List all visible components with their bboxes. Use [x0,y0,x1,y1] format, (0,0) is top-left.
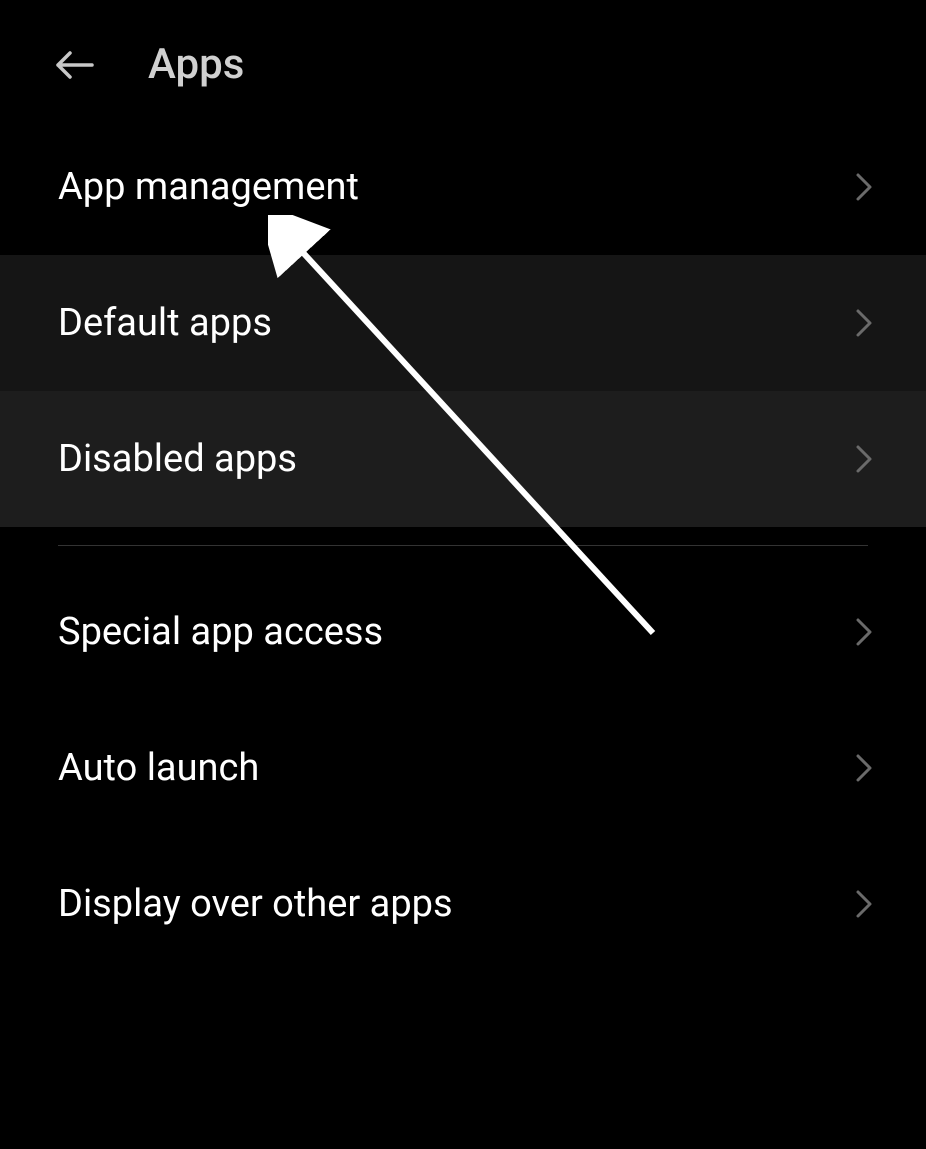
settings-item-display-over-other-apps[interactable]: Display over other apps [0,836,926,972]
settings-item-auto-launch[interactable]: Auto launch [0,700,926,836]
chevron-right-icon [852,311,876,335]
chevron-right-icon [852,447,876,471]
arrow-left-icon [52,43,96,87]
header: Apps [0,0,926,119]
chevron-right-icon [852,175,876,199]
settings-item-disabled-apps[interactable]: Disabled apps [0,391,926,527]
divider [58,545,868,546]
settings-item-app-management[interactable]: App management [0,119,926,255]
settings-list: App management Default apps Disabled app… [0,119,926,972]
chevron-right-icon [852,756,876,780]
page-title: Apps [148,40,244,89]
item-label: App management [58,165,359,209]
settings-item-special-app-access[interactable]: Special app access [0,564,926,700]
item-label: Special app access [58,610,383,654]
back-button[interactable] [50,41,98,89]
chevron-right-icon [852,620,876,644]
settings-item-default-apps[interactable]: Default apps [0,255,926,391]
item-label: Disabled apps [58,437,297,481]
chevron-right-icon [852,892,876,916]
item-label: Auto launch [58,746,259,790]
item-label: Display over other apps [58,882,453,926]
item-label: Default apps [58,301,272,345]
